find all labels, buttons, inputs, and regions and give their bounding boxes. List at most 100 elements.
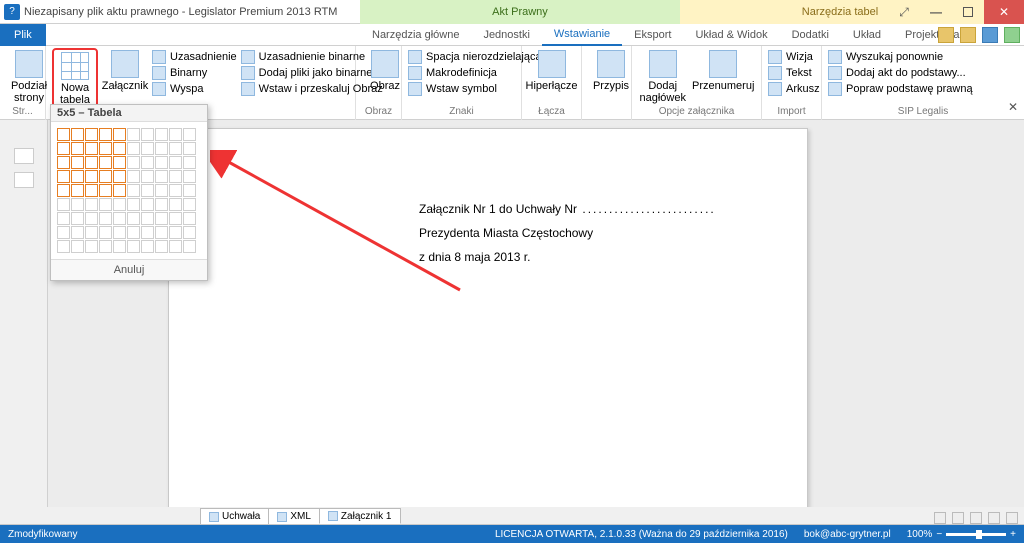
table-picker-cell[interactable] [155, 170, 168, 183]
table-picker-cell[interactable] [141, 128, 154, 141]
table-picker-cell[interactable] [141, 240, 154, 253]
table-picker-cell[interactable] [127, 142, 140, 155]
help-icon[interactable] [982, 27, 998, 43]
table-picker-cell[interactable] [169, 170, 182, 183]
table-picker-cell[interactable] [113, 142, 126, 155]
quick-icon-4[interactable] [1004, 27, 1020, 43]
table-picker-cell[interactable] [113, 184, 126, 197]
table-picker-cell[interactable] [113, 212, 126, 225]
table-picker-cell[interactable] [71, 226, 84, 239]
table-picker-cell[interactable] [155, 226, 168, 239]
hyperlink-button[interactable]: Hiperłącze [528, 48, 575, 94]
table-picker-cell[interactable] [85, 226, 98, 239]
table-picker-cell[interactable] [71, 170, 84, 183]
status-icon-5[interactable] [1006, 512, 1018, 524]
table-picker-cell[interactable] [99, 156, 112, 169]
table-picker-cell[interactable] [113, 240, 126, 253]
zoom-control[interactable]: 100% −+ [907, 529, 1016, 540]
ribbon-item-popraw-podstawę-prawną[interactable]: Popraw podstawę prawną [828, 82, 973, 96]
table-picker-cell[interactable] [141, 142, 154, 155]
ribbon-item-dodaj-akt-do-podstawy-[interactable]: Dodaj akt do podstawy... [828, 66, 973, 80]
ribbon-item-wyszukaj-ponownie[interactable]: Wyszukaj ponownie [828, 50, 973, 64]
quick-icon-1[interactable] [938, 27, 954, 43]
status-icon-3[interactable] [970, 512, 982, 524]
ribbon-item-wizja[interactable]: Wizja [768, 50, 820, 64]
ribbon-item-uzasadnienie[interactable]: Uzasadnienie [152, 50, 237, 64]
minimize-button[interactable]: — [920, 0, 952, 24]
table-picker-cell[interactable] [127, 198, 140, 211]
table-picker-cell[interactable] [57, 142, 70, 155]
ribbon-tab-dodatki[interactable]: Dodatki [780, 24, 841, 46]
table-picker-cell[interactable] [57, 184, 70, 197]
table-picker-cell[interactable] [57, 198, 70, 211]
table-picker-cell[interactable] [155, 240, 168, 253]
table-picker-cell[interactable] [85, 212, 98, 225]
table-picker-cell[interactable] [127, 212, 140, 225]
table-picker-cell[interactable] [183, 240, 196, 253]
table-picker-cell[interactable] [57, 240, 70, 253]
table-picker-cell[interactable] [155, 184, 168, 197]
status-icon-2[interactable] [952, 512, 964, 524]
ribbon-tab-uk-ad-widok[interactable]: Układ & Widok [683, 24, 779, 46]
table-picker-cell[interactable] [57, 170, 70, 183]
add-header-button[interactable]: Dodaj nagłówek [638, 48, 687, 106]
table-picker-cell[interactable] [183, 184, 196, 197]
table-picker-cell[interactable] [85, 240, 98, 253]
table-picker-cell[interactable] [141, 184, 154, 197]
close-button[interactable]: ✕ [984, 0, 1024, 24]
ribbon-tab-wstawianie[interactable]: Wstawianie [542, 24, 622, 46]
table-picker-cell[interactable] [141, 212, 154, 225]
table-picker-cell[interactable] [99, 226, 112, 239]
status-icon-4[interactable] [988, 512, 1000, 524]
table-picker-cell[interactable] [99, 184, 112, 197]
attachment-button[interactable]: Załącznik [102, 48, 148, 94]
table-picker-cell[interactable] [169, 226, 182, 239]
table-picker-cell[interactable] [113, 170, 126, 183]
table-picker-cell[interactable] [85, 128, 98, 141]
table-picker-cell[interactable] [113, 128, 126, 141]
table-picker-cell[interactable] [113, 156, 126, 169]
table-picker-cell[interactable] [169, 198, 182, 211]
table-picker-cell[interactable] [183, 156, 196, 169]
table-picker-cell[interactable] [169, 128, 182, 141]
fullscreen-icon[interactable]: ⤢ [888, 0, 920, 24]
table-picker-cell[interactable] [57, 128, 70, 141]
table-picker-cell[interactable] [71, 156, 84, 169]
table-picker-cell[interactable] [113, 226, 126, 239]
table-picker-cell[interactable] [127, 226, 140, 239]
table-picker-cell[interactable] [169, 142, 182, 155]
table-picker-cell[interactable] [71, 128, 84, 141]
table-picker-cell[interactable] [155, 142, 168, 155]
ribbon-item-binarny[interactable]: Binarny [152, 66, 237, 80]
table-picker-cell[interactable] [71, 184, 84, 197]
table-picker-cell[interactable] [85, 170, 98, 183]
table-picker-cell[interactable] [71, 240, 84, 253]
table-picker-cell[interactable] [141, 198, 154, 211]
table-picker-cell[interactable] [183, 128, 196, 141]
table-picker-cell[interactable] [99, 170, 112, 183]
table-picker-cell[interactable] [127, 128, 140, 141]
table-picker-cell[interactable] [127, 240, 140, 253]
table-picker-cell[interactable] [169, 212, 182, 225]
table-picker-cell[interactable] [85, 142, 98, 155]
ribbon-tab-jednostki[interactable]: Jednostki [471, 24, 541, 46]
sheet-tab-xml[interactable]: XML [268, 508, 320, 524]
status-icon-1[interactable] [934, 512, 946, 524]
context-tab-akt-prawny[interactable]: Akt Prawny [360, 0, 680, 24]
table-picker-cell[interactable] [85, 184, 98, 197]
table-picker-cell[interactable] [71, 212, 84, 225]
table-picker-cell[interactable] [169, 240, 182, 253]
footnote-button[interactable]: Przypis [588, 48, 634, 94]
table-picker-cell[interactable] [85, 198, 98, 211]
ribbon-tab-eksport[interactable]: Eksport [622, 24, 683, 46]
table-picker-cell[interactable] [127, 170, 140, 183]
table-picker-cell[interactable] [183, 142, 196, 155]
ribbon-tab-narz-dzia-g-wne[interactable]: Narzędzia główne [360, 24, 471, 46]
table-size-picker[interactable]: 5x5 – Tabela Anuluj [50, 104, 208, 281]
table-picker-cell[interactable] [113, 198, 126, 211]
table-picker-cell[interactable] [99, 212, 112, 225]
table-picker-cell[interactable] [71, 142, 84, 155]
table-picker-cell[interactable] [57, 226, 70, 239]
table-picker-cell[interactable] [57, 156, 70, 169]
table-picker-cell[interactable] [155, 198, 168, 211]
